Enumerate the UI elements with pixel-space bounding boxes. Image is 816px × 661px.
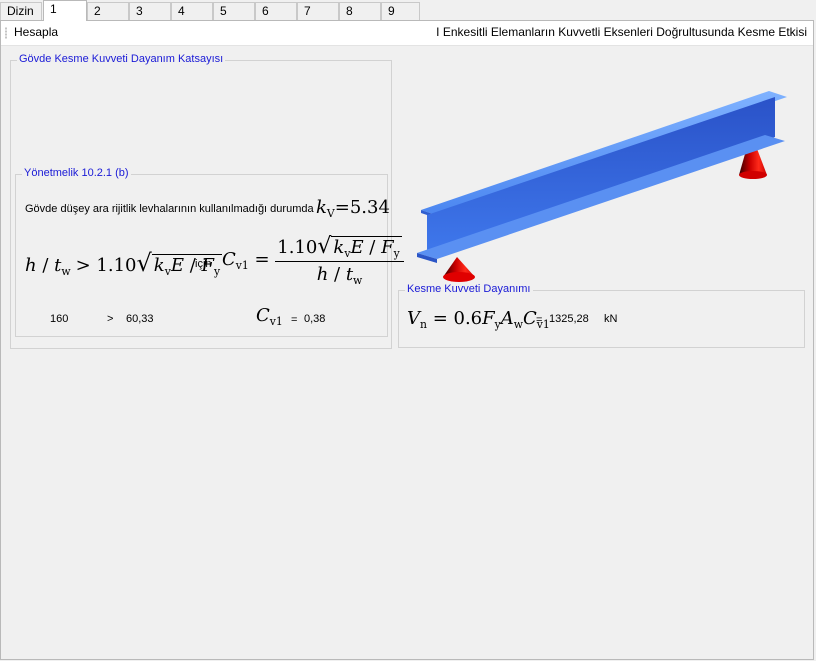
- condition-formula: h / tw > 1.10√ kvE / Fy: [25, 249, 223, 278]
- tab-4[interactable]: 4: [171, 2, 213, 20]
- kesme-group: Kesme Kuvveti Dayanımı Vn = 0.6FyAwCv1 =…: [398, 283, 805, 348]
- vn-unit: kN: [604, 313, 618, 325]
- toolbar-title: I Enkesitli Elemanların Kuvvetli Eksenle…: [436, 25, 807, 39]
- condition-coef: 1.10: [96, 255, 137, 276]
- tab-5[interactable]: 5: [213, 2, 255, 20]
- cv1-label: Cv1: [256, 305, 283, 328]
- tab-2[interactable]: 2: [87, 2, 129, 20]
- limit-value: 60,33: [126, 313, 154, 325]
- kv-formula: kV=5.34: [316, 197, 390, 220]
- toolbar-grip-icon[interactable]: [5, 27, 7, 39]
- yonetmelik-description: Gövde düşey ara rijitlik levhalarının ku…: [25, 203, 314, 215]
- kesme-legend: Kesme Kuvveti Dayanımı: [405, 283, 533, 295]
- gkkd-group: Gövde Kesme Kuvveti Dayanım Katsayısı Yö…: [10, 53, 404, 349]
- vn-formula: Vn = 0.6FyAwCv1: [407, 308, 550, 331]
- vn-formula-coef: 0.6: [453, 308, 483, 329]
- vn-value: 1325,28: [549, 313, 589, 325]
- tab-panel: Hesapla I Enkesitli Elemanların Kuvvetli…: [0, 20, 814, 660]
- tab-strip: Dizin 1 2 3 4 5 6 7 8 9: [0, 0, 816, 21]
- gkkd-legend: Gövde Kesme Kuvveti Dayanım Katsayısı: [17, 53, 226, 65]
- beam-illustration: [417, 91, 787, 282]
- kv-value: =5.34: [334, 197, 390, 218]
- greater-sign: >: [107, 313, 114, 325]
- yonetmelik-group: Yönetmelik 10.2.1 (b) Gövde düşey ara ri…: [15, 167, 404, 337]
- kv-symbol: kV: [316, 197, 335, 220]
- tab-9[interactable]: 9: [381, 2, 420, 20]
- cv1-formula-coef: 1.10: [277, 237, 318, 258]
- beam-icon: [417, 91, 787, 263]
- cv1-equals: =: [291, 314, 298, 326]
- icin-label: için: [195, 258, 212, 270]
- vn-equals: =: [536, 314, 543, 326]
- toolbar: Hesapla I Enkesitli Elemanların Kuvvetli…: [1, 21, 813, 46]
- tab-7[interactable]: 7: [297, 2, 339, 20]
- yonetmelik-legend: Yönetmelik 10.2.1 (b): [22, 167, 131, 179]
- cv1-formula: Cv1 = 1.10√ kvE / Fy h / tw: [222, 234, 404, 287]
- tab-dizin[interactable]: Dizin: [0, 2, 42, 20]
- left-support-icon: [443, 257, 475, 282]
- tab-1[interactable]: 1: [43, 0, 87, 21]
- hesapla-button[interactable]: Hesapla: [14, 25, 58, 39]
- tab-8[interactable]: 8: [339, 2, 381, 20]
- tab-3[interactable]: 3: [129, 2, 171, 20]
- h-tw-value: 160: [50, 313, 69, 325]
- tab-6[interactable]: 6: [255, 2, 297, 20]
- cv1-value: 0,38: [304, 313, 326, 325]
